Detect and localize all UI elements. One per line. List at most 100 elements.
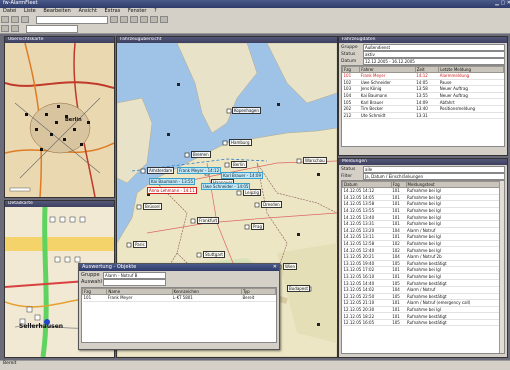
table-row[interactable]: 14.12.05 12:58 102 Rufnahme bei Igl [342,240,504,248]
table-row[interactable]: 12.12.05 18:22 101 Rufnahme bestätigt [342,312,504,320]
table-row[interactable]: 14.12.05 14:12 101 Rufnahme bei Igl [342,187,504,195]
menu-datei[interactable]: Datei [3,8,16,14]
cell-text: Rufnahme bei Igl [406,240,504,248]
city-label: Budapest [287,285,310,292]
table-row[interactable]: 102 Uwe Schneider 14:05 Pause [342,79,504,87]
status-select[interactable]: aktiv [363,50,505,58]
measure-button[interactable] [140,16,149,23]
table-row[interactable]: 14.12.05 14:05 101 Rufnahme bei Igl [342,194,504,202]
table-row[interactable]: 13.12.05 16:10 101 Rufnahme bei Igl [342,273,504,281]
app-title-bar: fw-AlarmFleet ▁ ▢ ✕ [0,0,510,8]
table-row[interactable]: 202 Tim Becker 13:40 Positionsmeldung [342,105,504,113]
cell-text: Rufnahme bei Igl [406,306,504,314]
window-controls[interactable]: ▁ ▢ ✕ [495,0,510,7]
menu-extras[interactable]: Extras [105,8,121,14]
dialog-selection-field[interactable] [103,278,166,286]
cell-text: Rufnahme bei Igl [406,213,504,221]
vehicle-panel-title: Fahrzeugdaten [339,37,507,43]
table-row[interactable]: 13.12.05 19:40 105 Rufnahme bestätigt [342,260,504,268]
cell-vid: 101 [391,200,407,208]
table-row[interactable]: 12.12.05 20:30 101 Rufnahme bei Igl [342,306,504,314]
cell-date: 14.12.05 13:31 [342,220,392,228]
table-row[interactable]: 12.12.05 22:50 105 Rufnahme bestätigt [342,293,504,301]
cell-date: 13.12.05 17:02 [342,266,392,274]
vehicle-callout[interactable]: Frank Meyer - 14:12 [177,167,222,174]
overview-city-label: Berlin [65,117,82,123]
cell-vid: 101 [391,207,407,215]
cell-date: 14.12.05 14:05 [342,194,392,202]
dialog-close-icon[interactable]: ✕ [273,264,277,271]
table-row[interactable]: 212 Ute Schmidt 13:31 [342,112,504,120]
table-row[interactable]: 14.12.05 13:11 101 Rufnahme bei Igl [342,233,504,241]
table-row[interactable]: 105 Karl Brauer 14:09 Abfahrt [342,98,504,106]
menu-bearbeiten[interactable]: Bearbeiten [43,8,70,14]
toolbar-combo-field[interactable] [25,24,78,33]
group-select[interactable]: Außendienst [363,43,505,51]
cell-msg: Neuer Auftrag [438,92,504,100]
table-row[interactable]: 14.12.05 13:20 104 Alarm / Notruf [342,227,504,235]
table-row[interactable]: 14.12.05 13:58 101 Rufnahme bei Igl [342,200,504,208]
print-button[interactable] [21,16,29,23]
table-row[interactable]: 13.12.05 14:40 105 Rufnahme bestätigt [342,279,504,287]
table-row[interactable]: 101 Frank Meyer L-KT 5801 Bereit [82,294,276,302]
cell-vid: 102 [391,240,407,248]
vehicle-callout[interactable]: Uwe Schneider - 14:05 [201,183,251,190]
cell-vid: 105 [391,293,407,301]
table-row[interactable]: 14.12.05 13:31 101 Rufnahme bei Igl [342,220,504,228]
table-row[interactable]: 14.12.05 13:55 101 Rufnahme bei Igl [342,207,504,215]
detail-city-label: Sellerhausen [19,323,64,330]
event-status-select[interactable]: alle [363,165,505,173]
cell-vid: 101 [391,312,407,320]
menu-liste[interactable]: Liste [24,8,36,14]
zoom-in-button[interactable] [110,16,119,23]
city-label: Kopenhagen [232,107,261,114]
cell-id: 101 [82,294,107,302]
menu-fenster[interactable]: Fenster [128,8,147,14]
layer-button[interactable] [11,25,19,32]
table-row[interactable]: 14.12.05 12:40 102 Rufnahme bei Igl [342,246,504,254]
overview-map[interactable]: Berlin [5,43,114,197]
table-row[interactable]: 14.12.05 13:40 101 Rufnahme bei Igl [342,213,504,221]
table-row[interactable]: 12.12.05 21:10 101 Alarm / Notruf (emergen… [342,299,504,307]
cell-time: 14:12 [415,72,439,80]
table-row[interactable]: 104 Kai Baumann 13:55 Neuer Auftrag [342,92,504,100]
evaluation-dialog: Auswertung - Objekte ✕ Gruppe Alarm - Not… [78,263,280,350]
open-button[interactable] [1,16,9,23]
cell-text: Rufnahme bei Igl [406,220,504,228]
toolbar-search-field[interactable] [35,15,108,24]
event-field: Status alle [341,165,505,173]
save-button[interactable] [11,16,19,23]
pan-button[interactable] [130,16,139,23]
alert-vehicle-callout[interactable]: Anna Lehmann - 14:11 [147,187,197,194]
refresh-button[interactable] [160,16,169,23]
table-row[interactable]: 13.12.05 17:02 101 Rufnahme bei Igl [342,266,504,274]
event-scrollbar[interactable] [499,181,504,353]
field-label: Gruppe [341,44,358,50]
cell-type: Bereit [241,294,276,302]
event-filter-select[interactable]: Ja, Datum / Einschränkungen [363,172,505,180]
menu-ansicht[interactable]: Ansicht [78,8,96,14]
select-button[interactable] [150,16,159,23]
table-row[interactable]: 101 Frank Meyer 14:12 Alarmmeldung [342,72,504,80]
vehicle-callout[interactable]: Karl Brauer - 14:09 [221,172,264,179]
cell-text: Alarm / Notruf 2b [406,253,504,261]
field-label: Filter [341,173,353,179]
dialog-group-select[interactable]: Alarm - Notruf B [103,271,166,279]
table-row[interactable]: 13.12.05 14:02 104 Alarm / Notruf [342,286,504,294]
event-panel-title: Meldungen [339,159,507,165]
table-row[interactable]: 12.12.05 16:05 105 Rufnahme bestätigt [342,319,504,327]
zoom-out-button[interactable] [120,16,129,23]
filter-button[interactable] [1,25,9,32]
table-row[interactable]: 103 Jens König 13:58 Neuer Auftrag [342,85,504,93]
cell-plate: L-KT 5801 [172,294,242,302]
cell-text: Alarm / Notruf (emergency call) [406,299,504,307]
date-range-field[interactable]: 12.12.2005 - 16.12.2005 [363,57,505,65]
vehicle-callout[interactable]: Kai Baumann - 13:55 [149,178,196,185]
city-label: Frankfurt [197,217,220,224]
cell-time: 14:09 [415,98,439,106]
event-table-wrap: Datum Fzg Meldungstext 14.12.05 14:12 101… [341,180,505,354]
cell-vid: 101 [391,187,407,195]
cell-driver: Uwe Schneider [359,79,416,87]
menu-help[interactable]: ? [154,8,157,14]
table-row[interactable]: 13.12.05 20:21 104 Alarm / Notruf 2b [342,253,504,261]
